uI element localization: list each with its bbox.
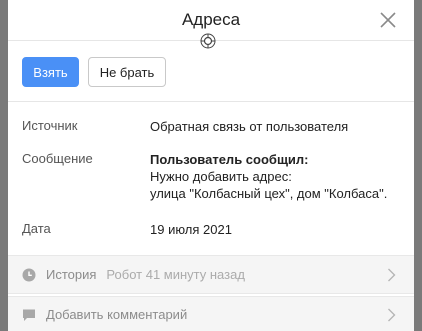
history-bar[interactable]: История Робот 41 минуту назад	[8, 255, 414, 294]
panel-title: Адреса	[181, 10, 241, 29]
crosshair-icon[interactable]	[200, 33, 216, 49]
message-heading: Пользователь сообщил:	[150, 152, 309, 167]
close-icon[interactable]	[379, 11, 397, 29]
date-label: Дата	[22, 221, 51, 236]
history-label: История	[46, 267, 97, 282]
add-comment-label: Добавить комментарий	[46, 307, 188, 322]
message-row: Сообщение Пользователь сообщил: Нужно до…	[22, 151, 387, 202]
source-label: Источник	[22, 118, 78, 133]
take-button[interactable]: Взять	[22, 57, 79, 87]
skip-button[interactable]: Не брать	[88, 57, 166, 87]
date-row: Дата 19 июля 2021	[22, 221, 232, 238]
section-divider	[8, 101, 414, 102]
add-comment-bar[interactable]: Добавить комментарий	[8, 296, 414, 331]
source-value: Обратная связь от пользователя	[150, 119, 349, 134]
action-buttons: Взять Не брать	[22, 57, 166, 87]
chevron-right-icon	[387, 308, 396, 322]
source-row: Источник Обратная связь от пользователя	[22, 118, 348, 135]
message-value: Пользователь сообщил: Нужно добавить адр…	[150, 151, 387, 202]
message-line-2: улица "Колбасный цех", дом "Колбаса".	[150, 186, 388, 201]
clock-icon	[22, 268, 36, 282]
comment-icon	[22, 308, 36, 322]
message-label: Сообщение	[22, 151, 93, 166]
chevron-right-icon	[387, 268, 396, 282]
history-meta: Робот 41 минуту назад	[106, 267, 245, 282]
date-value: 19 июля 2021	[150, 222, 232, 237]
addresses-panel: Адреса Взять Не брать Источник Обратная …	[8, 0, 414, 331]
message-line-1: Нужно добавить адрес:	[150, 169, 292, 184]
